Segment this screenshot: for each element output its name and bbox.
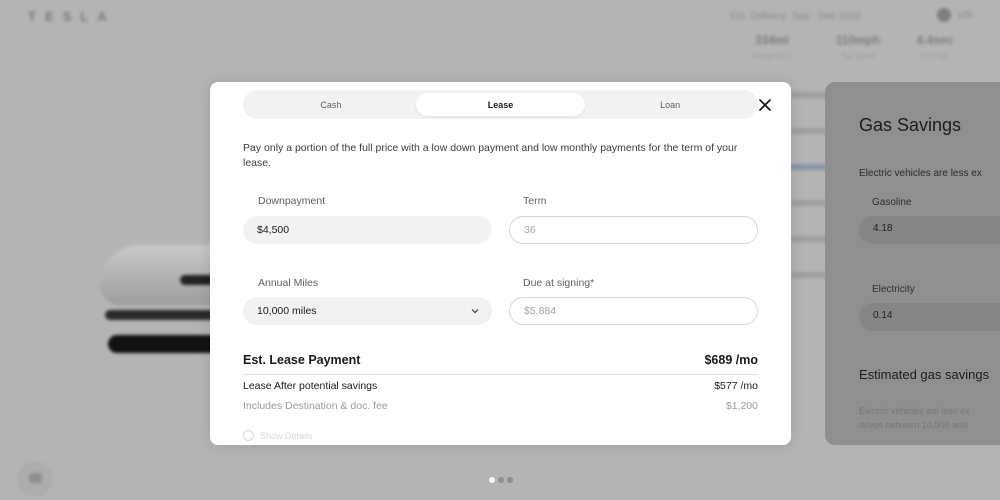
gas-savings-title: Gas Savings bbox=[859, 115, 962, 135]
gas-savings-fine-print: Electric vehicles are less ex drives bet… bbox=[859, 404, 1000, 432]
term-label: Term bbox=[523, 195, 547, 207]
spec-label: Top Speed bbox=[841, 53, 875, 60]
est-lease-payment-value: $689 /mo bbox=[704, 353, 758, 367]
downpayment-input[interactable]: $4,500 bbox=[243, 216, 492, 244]
estimated-gas-savings-title: Estimated gas savings bbox=[859, 367, 990, 382]
carousel-dots bbox=[489, 477, 513, 483]
spec-acceleration: 4.4sec 0-60 mph bbox=[905, 33, 965, 60]
lease-description: Pay only a portion of the full price wit… bbox=[243, 142, 738, 169]
gas-savings-intro: Electric vehicles are less ex bbox=[859, 168, 982, 179]
show-details-label: Show Details bbox=[260, 430, 313, 441]
tab-lease[interactable]: Lease bbox=[415, 93, 586, 116]
fine-print-line: drives between 10,000 and bbox=[859, 420, 968, 430]
spec-label: 0-60 mph bbox=[920, 53, 950, 60]
payment-type-tabs: Cash Lease Loan bbox=[243, 90, 758, 119]
tesla-logo[interactable]: TESLA bbox=[28, 9, 116, 24]
gasoline-input[interactable]: 4.18 bbox=[859, 216, 1000, 244]
chat-icon[interactable] bbox=[18, 462, 52, 496]
term-value: 36 bbox=[524, 224, 536, 236]
term-input[interactable]: 36 bbox=[509, 216, 758, 244]
due-at-signing-label: Due at signing* bbox=[523, 277, 595, 289]
spec-value: 4.4sec bbox=[916, 33, 954, 47]
lease-after-savings-value: $577 /mo bbox=[714, 380, 758, 392]
lease-after-savings-label: Lease After potential savings bbox=[243, 380, 378, 392]
annual-miles-label: Annual Miles bbox=[258, 277, 319, 289]
carousel-dot[interactable] bbox=[507, 477, 513, 483]
destination-fee-row: Includes Destination & doc. fee $1,200 bbox=[243, 400, 758, 412]
tab-cash[interactable]: Cash bbox=[246, 93, 416, 116]
tab-loan[interactable]: Loan bbox=[585, 93, 755, 116]
est-lease-payment-row: Est. Lease Payment $689 /mo bbox=[243, 353, 758, 375]
electricity-label: Electricity bbox=[872, 284, 915, 295]
lease-modal: Cash Lease Loan Pay only a portion of th… bbox=[210, 82, 791, 445]
est-lease-payment-label: Est. Lease Payment bbox=[243, 353, 361, 367]
locale-label[interactable]: US bbox=[958, 10, 972, 21]
fine-print-line: Electric vehicles are less ex bbox=[859, 406, 970, 416]
lease-after-savings-row: Lease After potential savings $577 /mo bbox=[243, 380, 758, 392]
gas-savings-panel: Gas Savings Electric vehicles are less e… bbox=[825, 82, 1000, 445]
due-at-signing-input[interactable]: $5,884 bbox=[509, 297, 758, 325]
downpayment-label: Downpayment bbox=[258, 195, 326, 207]
destination-fee-label: Includes Destination & doc. fee bbox=[243, 400, 388, 412]
downpayment-value: $4,500 bbox=[257, 224, 290, 236]
destination-fee-value: $1,200 bbox=[725, 400, 758, 412]
due-at-signing-value: $5,884 bbox=[524, 305, 557, 317]
globe-icon[interactable] bbox=[937, 8, 951, 22]
spec-value: 110mph bbox=[835, 33, 881, 47]
chevron-down-icon bbox=[471, 309, 479, 314]
carousel-dot[interactable] bbox=[498, 477, 504, 483]
electricity-input[interactable]: 0.14 bbox=[859, 303, 1000, 331]
delivery-estimate: Est. Delivery: Sep - Dec 2022 bbox=[730, 11, 862, 22]
spec-label: Range (est.) bbox=[752, 53, 792, 60]
expand-circle-icon bbox=[243, 430, 254, 441]
spec-top-speed: 110mph Top Speed bbox=[828, 33, 888, 60]
show-details-button[interactable]: Show Details bbox=[243, 430, 313, 441]
background-options bbox=[790, 92, 830, 392]
close-icon[interactable] bbox=[758, 98, 772, 112]
spec-range: 334mi Range (est.) bbox=[742, 33, 802, 60]
annual-miles-value: 10,000 miles bbox=[257, 305, 317, 317]
carousel-dot[interactable] bbox=[489, 477, 495, 483]
gasoline-label: Gasoline bbox=[872, 197, 912, 208]
spec-value: 334mi bbox=[754, 33, 790, 47]
annual-miles-select[interactable]: 10,000 miles bbox=[243, 297, 492, 325]
